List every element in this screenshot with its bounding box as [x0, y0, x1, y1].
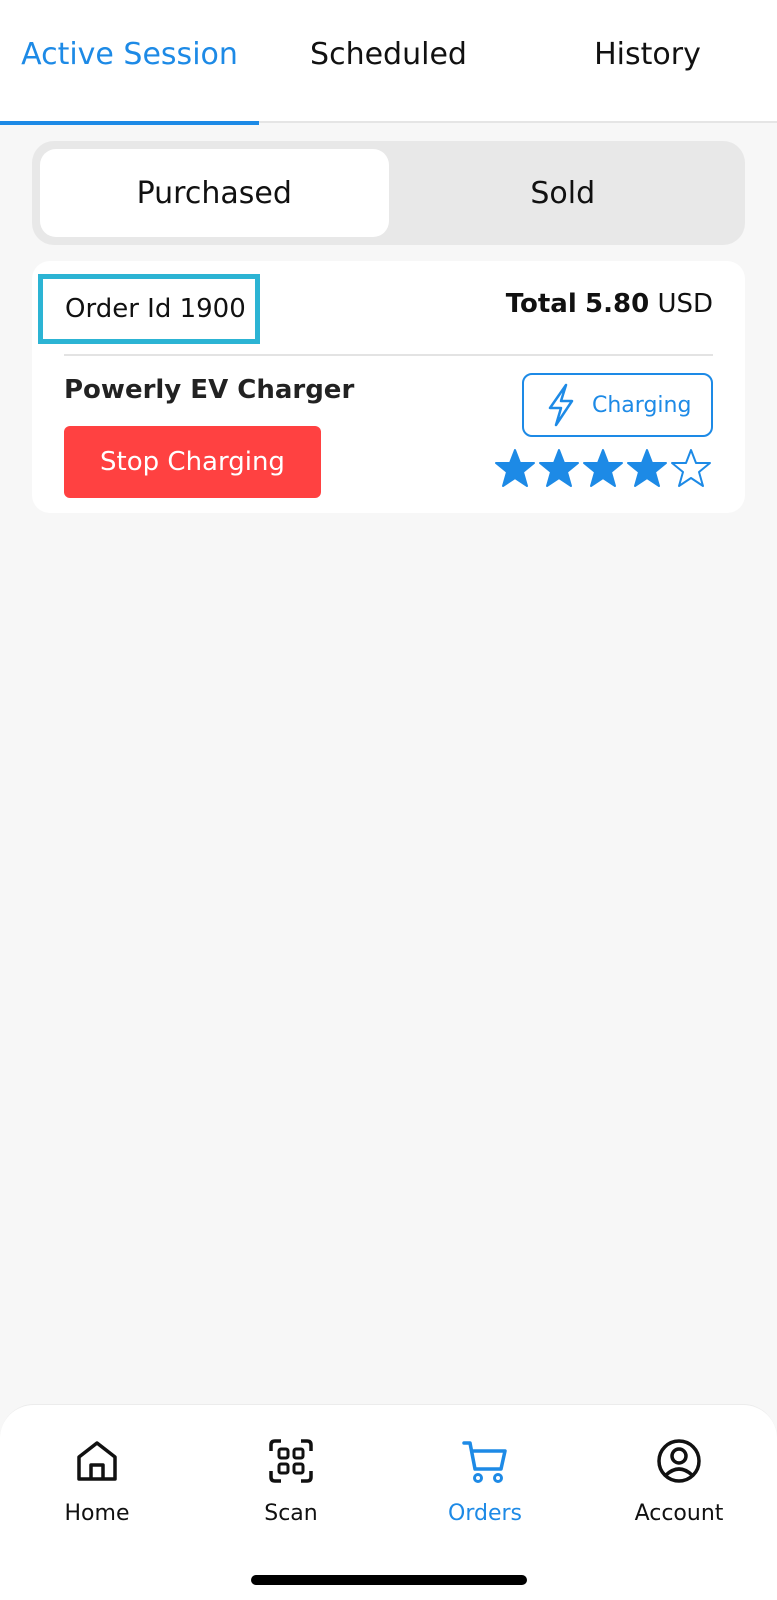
star-filled-icon[interactable]	[494, 448, 536, 490]
nav-orders[interactable]: Orders	[388, 1405, 582, 1545]
purchased-sold-toggle: Purchased Sold	[32, 141, 745, 245]
tab-scheduled[interactable]: Scheduled	[259, 0, 518, 123]
tab-history[interactable]: History	[518, 0, 777, 123]
nav-home[interactable]: Home	[0, 1405, 194, 1545]
nav-scan-label: Scan	[264, 1501, 318, 1526]
total-amount: 5.80	[585, 289, 650, 319]
card-divider	[64, 354, 713, 356]
star-filled-icon[interactable]	[626, 448, 668, 490]
order-total: Total 5.80 USD	[506, 289, 713, 319]
star-filled-icon[interactable]	[582, 448, 624, 490]
segment-sold[interactable]: Sold	[389, 149, 738, 237]
order-id: Order Id 1900	[38, 274, 260, 344]
account-icon	[657, 1439, 701, 1483]
tab-active-session[interactable]: Active Session	[0, 0, 259, 125]
top-tab-bar: Active Session Scheduled History	[0, 0, 777, 125]
nav-account[interactable]: Account	[582, 1405, 776, 1545]
star-empty-icon[interactable]	[670, 448, 712, 490]
nav-home-label: Home	[64, 1501, 130, 1526]
stop-charging-button[interactable]: Stop Charging	[64, 426, 321, 498]
nav-orders-label: Orders	[448, 1501, 522, 1526]
segment-purchased[interactable]: Purchased	[40, 149, 389, 237]
total-label: Total	[505, 289, 577, 319]
order-card[interactable]: Order Id 1900 Total 5.80 USD Powerly EV …	[32, 261, 745, 513]
star-rating[interactable]	[494, 448, 712, 490]
scan-icon	[269, 1439, 313, 1483]
cart-icon	[462, 1441, 507, 1483]
charger-name: Powerly EV Charger	[64, 375, 355, 405]
orders-screen: Active Session Scheduled History Purchas…	[0, 0, 777, 1600]
nav-account-label: Account	[634, 1501, 724, 1526]
home-icon	[77, 1441, 117, 1481]
home-indicator	[251, 1575, 527, 1585]
nav-scan[interactable]: Scan	[194, 1405, 388, 1545]
lightning-icon	[548, 383, 574, 427]
status-text: Charging	[592, 392, 692, 418]
status-badge: Charging	[522, 373, 713, 437]
total-currency: USD	[657, 289, 713, 319]
star-filled-icon[interactable]	[538, 448, 580, 490]
bottom-navigation: Home Scan Orders Account	[0, 1404, 777, 1600]
